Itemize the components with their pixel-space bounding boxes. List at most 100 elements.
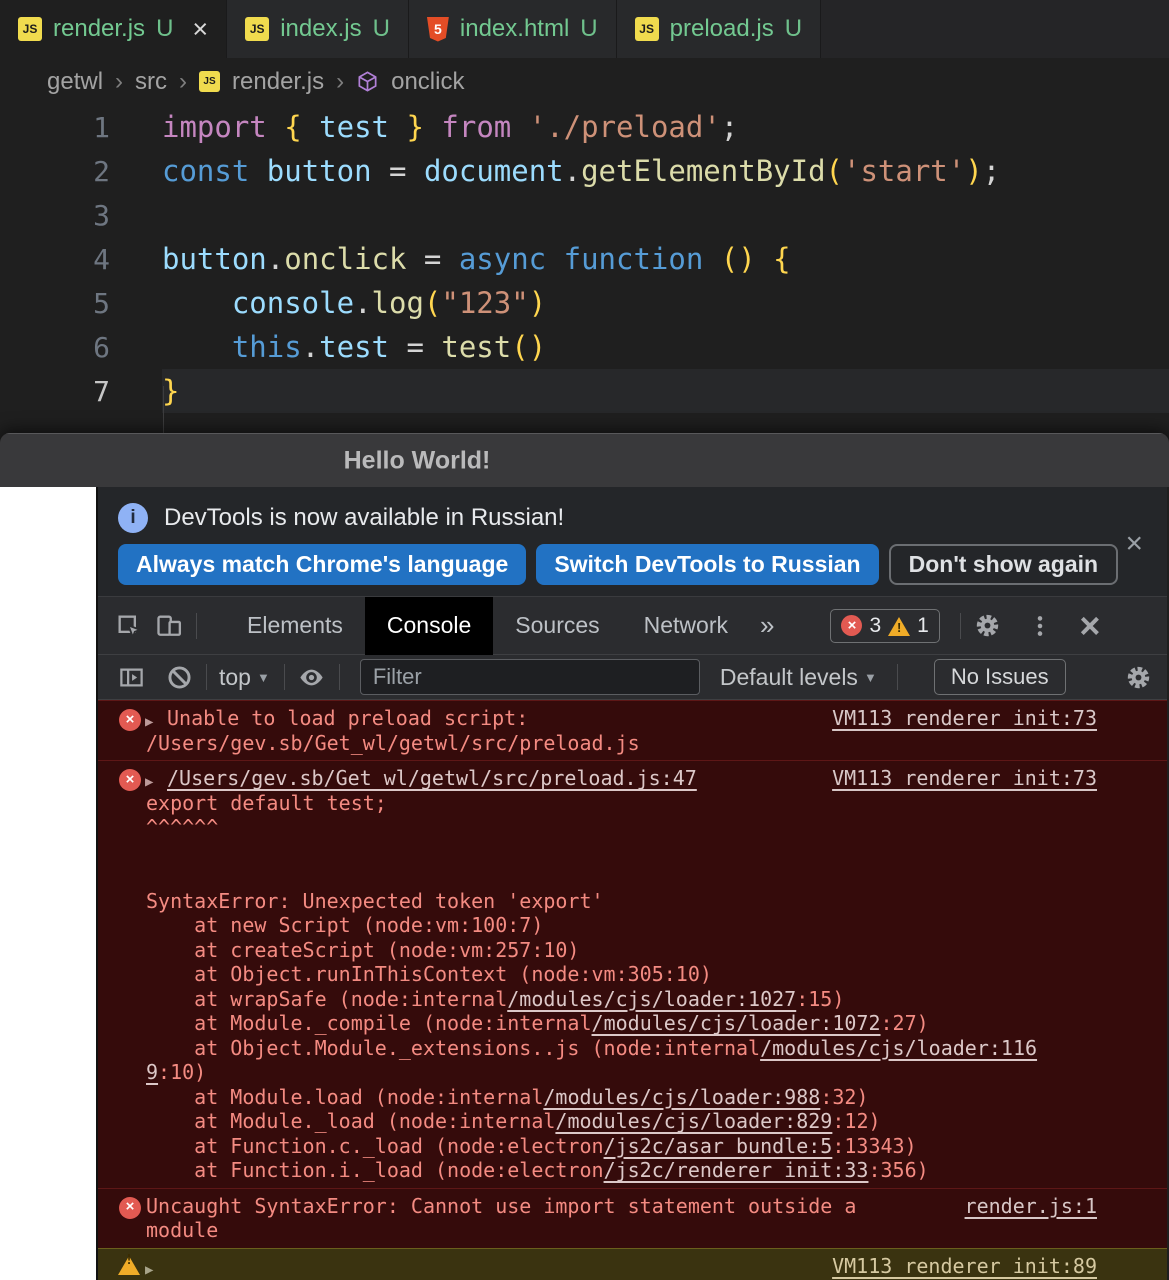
git-status-badge: U: [784, 15, 803, 42]
console-settings-gear-icon[interactable]: [1121, 660, 1155, 694]
settings-gear-icon[interactable]: [971, 609, 1005, 643]
symbol-cube-icon: [356, 70, 379, 93]
source-location-link[interactable]: render.js:1: [965, 1194, 1097, 1219]
expand-arrow-icon[interactable]: [145, 1258, 153, 1280]
console-messages: Unable to load preload script:/Users/gev…: [98, 700, 1167, 1280]
token: ): [528, 286, 547, 320]
breadcrumb-item[interactable]: onclick: [391, 68, 464, 96]
code-line: 2 const button = document. getElementById(…: [0, 149, 1169, 193]
filter-input[interactable]: [359, 659, 700, 695]
log-levels-dropdown[interactable]: Default levels: [718, 664, 881, 691]
console-sidebar-icon[interactable]: [114, 660, 148, 694]
devtools-tab-elements[interactable]: Elements: [225, 597, 365, 655]
token: "123": [441, 286, 529, 320]
console-text: /Users/gev.sb/Get_wl/getwl/src/preload.j…: [146, 730, 640, 755]
devtools-tab-network[interactable]: Network: [622, 597, 750, 655]
context-caret-icon: [257, 670, 270, 685]
breadcrumb-item[interactable]: src: [135, 68, 167, 96]
app-page-area[interactable]: [0, 487, 98, 1280]
console-link[interactable]: 9: [146, 1060, 158, 1084]
token: =: [406, 242, 459, 276]
console-text: :13343): [832, 1133, 917, 1158]
expand-arrow-icon[interactable]: [145, 770, 153, 795]
editor-tab-preload.js[interactable]: preload.js U: [616, 0, 822, 58]
code-editor[interactable]: 1 import { test } from './preload'; 2 const…: [0, 105, 1169, 474]
console-line: module: [146, 1218, 1097, 1243]
console-status-badge[interactable]: 3 1: [830, 608, 940, 643]
source-location-link[interactable]: VM113 renderer_init:89: [832, 1254, 1097, 1279]
token: test: [319, 110, 390, 144]
console-text: at new Script (node:vm:100:7): [146, 913, 544, 937]
console-text: Uncaught SyntaxError: Cannot use import …: [146, 1193, 857, 1218]
token: }: [162, 374, 180, 408]
more-options-icon[interactable]: [1023, 609, 1057, 643]
console-link[interactable]: /modules/cjs/loader:1072: [592, 1011, 881, 1035]
code-text: this. test = test(): [162, 325, 1169, 369]
dont-show-again-button[interactable]: Don't show again: [888, 544, 1119, 585]
context-selector[interactable]: top: [219, 664, 251, 691]
window-titlebar[interactable]: Hello World!: [0, 433, 1169, 487]
breadcrumb-item[interactable]: getwl: [47, 68, 103, 96]
clear-console-icon[interactable]: [162, 660, 196, 694]
devtools-tab-sources[interactable]: Sources: [493, 597, 621, 655]
line-number: 1: [93, 110, 110, 144]
match-language-button[interactable]: Always match Chrome's language: [118, 544, 527, 585]
inspect-element-icon[interactable]: [112, 609, 146, 643]
breadcrumb-chevron-icon: [115, 68, 123, 96]
editor-tab-index.js[interactable]: index.js U: [227, 0, 409, 58]
expand-arrow-icon[interactable]: [145, 710, 153, 735]
console-link[interactable]: /modules/cjs/loader:829: [555, 1109, 832, 1133]
close-notification-icon[interactable]: [1125, 527, 1143, 561]
device-toolbar-icon[interactable]: [152, 609, 186, 643]
console-text: :27): [880, 1011, 929, 1035]
console-line: at new Script (node:vm:100:7): [146, 913, 1097, 938]
error-icon: [119, 709, 141, 731]
no-issues-button[interactable]: No Issues: [933, 659, 1066, 695]
git-status-badge: U: [156, 15, 174, 42]
token: =: [389, 330, 442, 364]
devtools-tab-console[interactable]: Console: [364, 596, 494, 655]
token: (: [825, 154, 843, 188]
source-location-link[interactable]: VM113 renderer_init:73: [832, 706, 1097, 731]
token: ): [965, 154, 983, 188]
close-devtools-icon[interactable]: ×: [1073, 605, 1107, 646]
breadcrumb-item[interactable]: render.js: [232, 68, 324, 96]
console-line: at Module._load (node:internal/modules/c…: [146, 1109, 1097, 1134]
editor-tab-index.html[interactable]: index.html U: [408, 0, 617, 58]
more-tabs-icon[interactable]: [750, 610, 784, 641]
js-file-icon: [245, 17, 270, 41]
console-link[interactable]: /modules/cjs/loader:116: [760, 1036, 1037, 1060]
live-expression-eye-icon[interactable]: [295, 660, 329, 694]
console-link[interactable]: /js2c/renderer_init:33: [604, 1158, 869, 1182]
switch-russian-button[interactable]: Switch DevTools to Russian: [536, 544, 879, 585]
line-number: 4: [93, 242, 110, 276]
console-text: at createScript (node:vm:257:10): [146, 937, 580, 962]
console-link[interactable]: /modules/cjs/loader:988: [543, 1085, 820, 1109]
source-location-link[interactable]: VM113 renderer_init:73: [832, 766, 1097, 791]
console-line: [146, 840, 1097, 865]
editor-tab-render.js[interactable]: render.js U: [0, 0, 228, 58]
window-title: Hello World!: [343, 446, 491, 474]
console-link[interactable]: /Users/gev.sb/Get_wl/getwl/src/preload.j…: [167, 766, 697, 790]
console-line: [146, 864, 1097, 889]
console-link[interactable]: /js2c/asar_bundle:5: [604, 1134, 833, 1158]
code-line: 4 button. onclick = async function () {: [0, 237, 1169, 281]
console-line: Uncaught SyntaxError: Cannot use import …: [146, 1194, 1097, 1219]
js-file-icon: [199, 71, 221, 92]
warning-count: 1: [917, 613, 929, 637]
token: import: [162, 110, 267, 144]
console-text: at Object.runInThisContext (node:vm:305:…: [146, 962, 712, 986]
notification-row: DevTools is now available in Russian!: [118, 501, 1167, 535]
devtools-tabs: Elements Console Sources Network: [225, 596, 750, 655]
console-link[interactable]: /modules/cjs/loader:1027: [507, 987, 796, 1011]
close-tab-icon[interactable]: [192, 16, 208, 43]
token: (: [423, 286, 442, 320]
token: function: [563, 242, 704, 276]
code-text: button. onclick = async function () {: [162, 237, 1169, 281]
token: this: [231, 330, 302, 364]
